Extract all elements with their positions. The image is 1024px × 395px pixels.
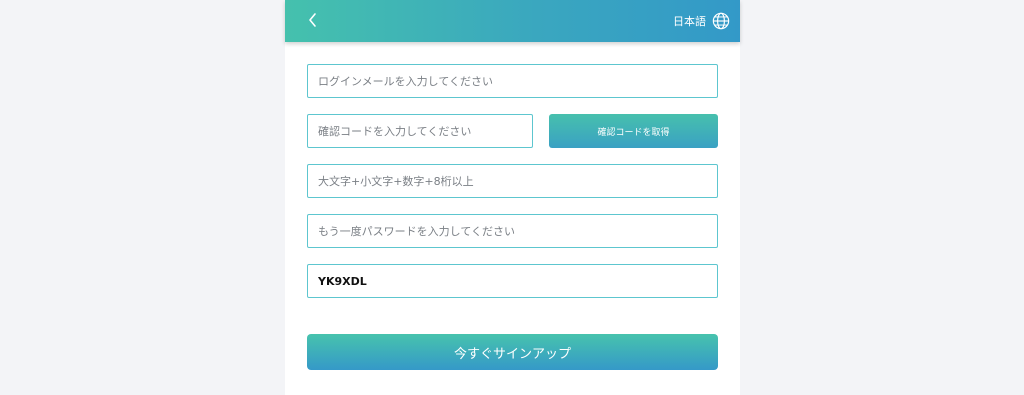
- get-code-button[interactable]: 確認コードを取得: [549, 114, 718, 148]
- language-label: 日本語: [673, 15, 706, 28]
- verification-code-field[interactable]: [307, 114, 533, 148]
- captcha-field[interactable]: [307, 264, 718, 298]
- language-selector[interactable]: 日本語: [673, 11, 730, 31]
- header-bar: 日本語: [285, 0, 740, 42]
- confirm-password-field[interactable]: [307, 214, 718, 248]
- password-field[interactable]: [307, 164, 718, 198]
- chevron-left-icon: [309, 13, 316, 27]
- page: 日本語 確認コードを取得 今すぐサインアップ: [0, 0, 1024, 395]
- email-field[interactable]: [307, 64, 718, 98]
- back-button[interactable]: [303, 10, 323, 30]
- signup-button[interactable]: 今すぐサインアップ: [307, 334, 718, 370]
- globe-icon: [712, 12, 730, 30]
